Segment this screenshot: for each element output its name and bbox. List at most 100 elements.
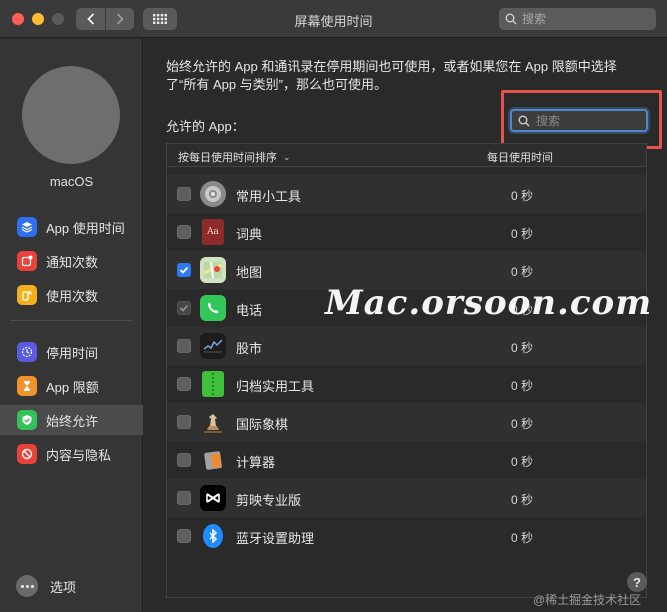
maps-icon [200, 257, 226, 283]
notification-icon [17, 251, 37, 271]
table-row[interactable]: 归档实用工具 0 秒 [167, 365, 646, 403]
app-time: 0 秒 [511, 341, 534, 355]
sidebar-item-label: 始终允许 [46, 413, 99, 429]
checkmark-icon [179, 304, 189, 312]
app-checkbox[interactable] [177, 377, 191, 391]
title-bar: 屏幕使用时间 [0, 0, 667, 38]
app-time: 0 秒 [511, 493, 534, 507]
help-button[interactable]: ? [627, 572, 647, 592]
checkmark-icon [179, 266, 189, 274]
app-checkbox[interactable] [177, 453, 191, 467]
app-name: 归档实用工具 [236, 379, 315, 394]
hourglass-icon [17, 376, 37, 396]
app-name: 国际象棋 [236, 417, 289, 432]
table-row[interactable]: 电话 0 秒 [167, 289, 646, 327]
sidebar-item-label: App 使用时间 [46, 220, 125, 236]
forward-button[interactable] [105, 8, 134, 30]
app-name: 地图 [236, 265, 263, 280]
app-time: 0 秒 [511, 227, 534, 241]
app-time: 0 秒 [511, 417, 534, 431]
allowed-apps-label: 允许的 App： [166, 119, 245, 134]
chevron-right-icon [116, 13, 124, 25]
sidebar-item-label: 通知次数 [46, 254, 99, 270]
layers-icon [17, 217, 37, 237]
table-row[interactable]: Aa 词典 0 秒 [167, 213, 646, 251]
app-checkbox[interactable] [177, 491, 191, 505]
close-window-button[interactable] [12, 13, 24, 25]
sidebar-item-notifications[interactable]: 通知次数 [0, 246, 143, 276]
stocks-icon [200, 333, 226, 359]
show-all-button[interactable] [143, 8, 177, 30]
sidebar-item-label: App 限额 [46, 379, 99, 395]
zoom-window-button[interactable] [52, 13, 64, 25]
app-name: 剪映专业版 [236, 493, 302, 508]
app-time: 0 秒 [511, 379, 534, 393]
app-time: 0 秒 [511, 189, 534, 203]
app-checkbox[interactable] [177, 187, 191, 201]
sort-header[interactable]: 按每日使用时间排序 ⌄ [178, 149, 291, 165]
calculator-icon [200, 447, 226, 473]
table-row[interactable]: 地图 0 秒 [167, 251, 646, 289]
chevron-left-icon [86, 13, 94, 25]
table-row[interactable]: 股市 0 秒 [167, 327, 646, 365]
app-time: 0 秒 [511, 303, 534, 317]
app-checkbox[interactable] [177, 339, 191, 353]
chevron-down-icon: ⌄ [283, 151, 291, 162]
checkmark-shield-icon [17, 410, 37, 430]
search-icon [505, 13, 517, 25]
daily-usage-header[interactable]: 每日使用时间 [487, 149, 553, 165]
navigation-buttons [76, 8, 134, 30]
app-checkbox[interactable] [177, 529, 191, 543]
pickup-icon [17, 285, 37, 305]
app-time: 0 秒 [511, 455, 534, 469]
widgets-icon [200, 181, 226, 207]
sidebar-item-downtime[interactable]: 停用时间 [0, 337, 143, 367]
app-name: 常用小工具 [236, 189, 302, 204]
table-row[interactable]: 常用小工具 0 秒 [167, 175, 646, 213]
capcut-icon [200, 485, 226, 511]
sidebar-item-pickups[interactable]: 使用次数 [0, 280, 143, 310]
footer-watermark: @稀土掘金技术社区 [533, 593, 642, 607]
table-row[interactable]: 剪映专业版 0 秒 [167, 479, 646, 517]
app-name: 词典 [236, 227, 263, 242]
chess-icon [200, 409, 226, 435]
sidebar: macOS App 使用时间 通知次数 使用次数 停用时间 App 限额 始终允… [0, 39, 143, 612]
downtime-icon [17, 342, 37, 362]
options-button[interactable]: 选项 [16, 575, 76, 597]
table-row[interactable]: 计算器 0 秒 [167, 441, 646, 479]
phone-icon [200, 295, 226, 321]
sidebar-item-app-limits[interactable]: App 限额 [0, 371, 143, 401]
sidebar-divider [10, 320, 133, 321]
archive-utility-icon [202, 371, 224, 397]
app-checkbox[interactable] [177, 263, 191, 277]
minimize-window-button[interactable] [32, 13, 44, 25]
toolbar-search-input[interactable] [522, 12, 642, 26]
app-name: 计算器 [236, 455, 276, 470]
app-time: 0 秒 [511, 265, 534, 279]
sidebar-item-content-privacy[interactable]: 内容与隐私 [0, 439, 143, 469]
app-checkbox [177, 301, 191, 315]
table-row[interactable]: 蓝牙设置助理 0 秒 [167, 517, 646, 555]
back-button[interactable] [76, 8, 105, 30]
description-text: 始终允许的 App 和通讯录在停用期间也可使用，或者如果您在 App 限额中选择… [166, 59, 617, 92]
app-name: 蓝牙设置助理 [236, 531, 315, 546]
app-checkbox[interactable] [177, 225, 191, 239]
avatar [22, 66, 120, 164]
sort-header-label: 按每日使用时间排序 [178, 152, 277, 164]
main-panel: 始终允许的 App 和通讯录在停用期间也可使用，或者如果您在 App 限额中选择… [144, 39, 667, 612]
app-time: 0 秒 [511, 531, 534, 545]
toolbar-search-field[interactable] [499, 8, 656, 30]
table-row[interactable]: 国际象棋 0 秒 [167, 403, 646, 441]
table-header: 按每日使用时间排序 ⌄ 每日使用时间 [167, 144, 646, 167]
table-rows: 常用小工具 0 秒 Aa 词典 0 秒 地图 0 秒 电话 0 秒 股市 0 秒… [167, 175, 646, 555]
grid-icon [153, 14, 167, 24]
app-checkbox[interactable] [177, 415, 191, 429]
highlight-box [501, 90, 662, 149]
sidebar-item-app-usage[interactable]: App 使用时间 [0, 212, 143, 242]
options-label: 选项 [50, 579, 77, 595]
username: macOS [49, 174, 94, 189]
more-icon [16, 575, 38, 597]
dictionary-icon: Aa [202, 219, 224, 245]
sidebar-item-label: 停用时间 [46, 345, 99, 361]
sidebar-item-always-allowed[interactable]: 始终允许 [0, 405, 143, 435]
